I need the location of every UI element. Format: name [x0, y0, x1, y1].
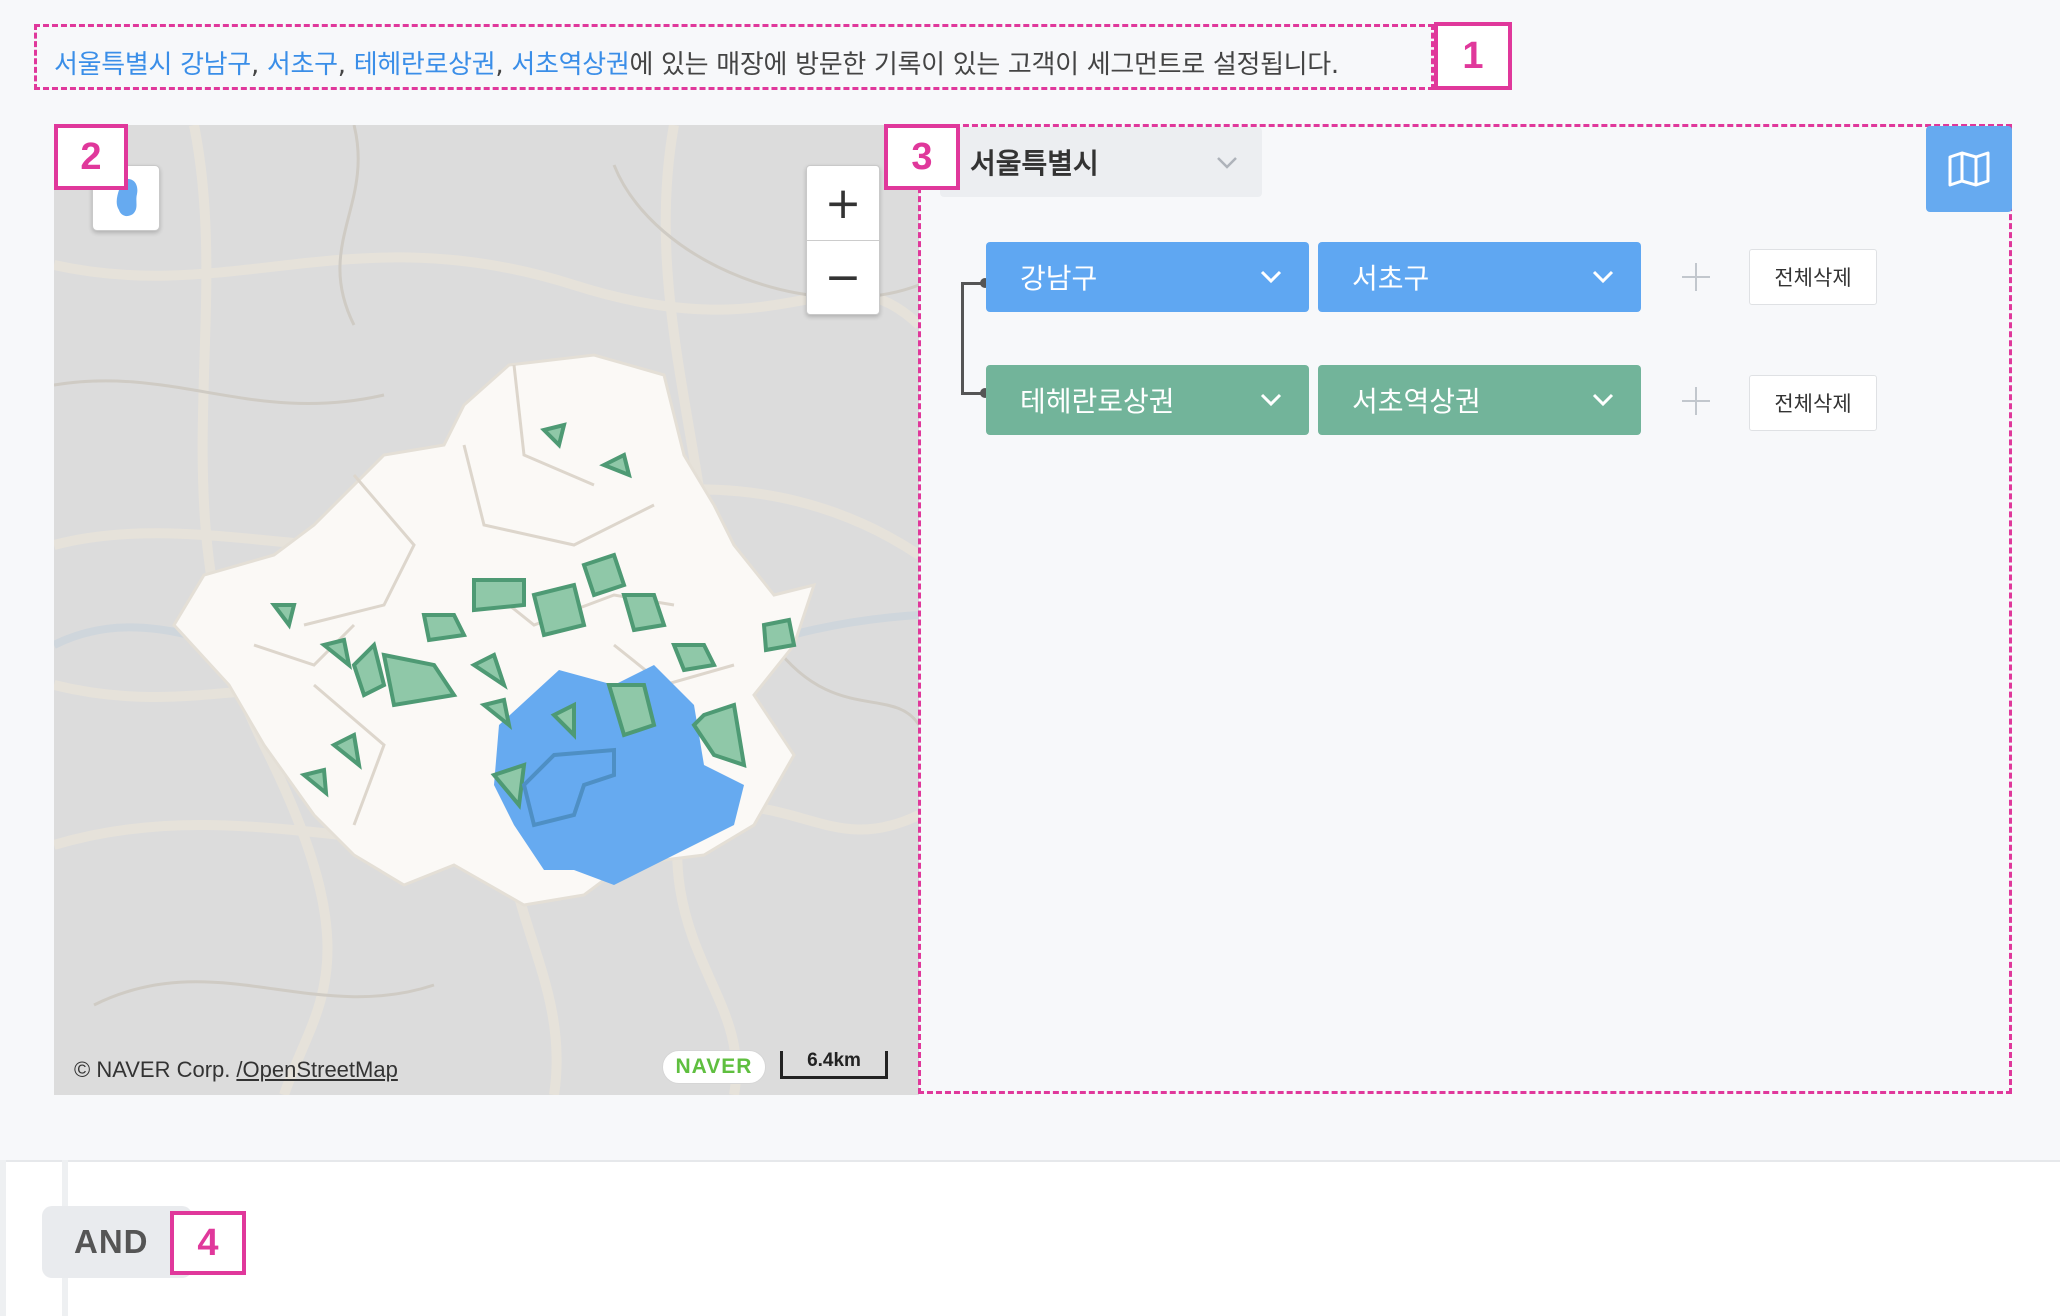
- delete-all-button[interactable]: 전체삭제: [1749, 375, 1877, 431]
- area-select-seocho-station[interactable]: 서초역상권: [1318, 365, 1641, 435]
- summary-text: ,: [337, 50, 354, 80]
- summary-text: ,: [495, 50, 512, 80]
- callout-number-3: 3: [884, 124, 960, 190]
- map-copyright: © NAVER Corp./OpenStreetMap: [74, 1057, 398, 1083]
- summary-highlight: 서울특별시 강남구: [54, 50, 251, 80]
- zoom-in-button[interactable]: +: [807, 166, 879, 240]
- tag-label: 서초역상권: [1352, 385, 1481, 418]
- naver-copyright: © NAVER Corp.: [74, 1057, 231, 1082]
- district-select-gangnam[interactable]: 강남구: [986, 242, 1309, 312]
- seoul-map[interactable]: [54, 125, 919, 1095]
- district-select-seocho[interactable]: 서초구: [1318, 242, 1641, 312]
- callout-number-1: 1: [1434, 22, 1512, 90]
- segment-summary-text: 서울특별시 강남구, 서초구, 테헤란로상권, 서초역상권에 있는 매장에 방문…: [54, 44, 1339, 81]
- add-area-button[interactable]: [1676, 381, 1716, 421]
- add-district-button[interactable]: [1676, 257, 1716, 297]
- chevron-down-icon: [1592, 270, 1614, 284]
- tree-connector-vertical: [961, 282, 964, 394]
- callout-number-2: 2: [54, 124, 128, 190]
- map-view[interactable]: + − © NAVER Corp./OpenStreetMap NAVER 6.…: [54, 125, 919, 1095]
- chevron-down-icon: [1260, 270, 1282, 284]
- tag-label: 테헤란로상권: [1020, 385, 1175, 418]
- chevron-down-icon: [1260, 393, 1282, 407]
- summary-highlight: 서초역상권: [511, 50, 630, 80]
- summary-highlight: 테헤란로상권: [353, 50, 496, 80]
- chevron-down-icon: [1217, 157, 1237, 169]
- tag-label: 서초구: [1352, 262, 1430, 295]
- map-icon: [1948, 151, 1990, 187]
- zoom-control: + −: [806, 165, 880, 315]
- group-left-rail: [0, 1160, 6, 1316]
- summary-text: ,: [250, 50, 267, 80]
- condition-group-area: [0, 1160, 2060, 1316]
- tag-label: 강남구: [1020, 262, 1098, 295]
- city-select-dropdown[interactable]: 서울특별시: [940, 127, 1262, 197]
- area-select-teheran[interactable]: 테헤란로상권: [986, 365, 1309, 435]
- naver-logo: NAVER: [662, 1050, 766, 1084]
- zoom-out-button[interactable]: −: [807, 240, 879, 314]
- city-select-label: 서울특별시: [970, 147, 1099, 180]
- delete-all-button[interactable]: 전체삭제: [1749, 249, 1877, 305]
- plus-icon: [1682, 263, 1710, 291]
- map-toggle-button[interactable]: [1926, 126, 2012, 212]
- summary-highlight: 서초구: [266, 50, 338, 80]
- openstreetmap-link[interactable]: /OpenStreetMap: [236, 1057, 397, 1082]
- chevron-down-icon: [1592, 393, 1614, 407]
- map-scale-bar: 6.4km: [780, 1051, 888, 1079]
- summary-text: 에 있는 매장에 방문한 기록이 있는 고객이 세그먼트로 설정됩니다.: [629, 50, 1339, 80]
- plus-icon: [1682, 387, 1710, 415]
- callout-number-4: 4: [170, 1211, 246, 1275]
